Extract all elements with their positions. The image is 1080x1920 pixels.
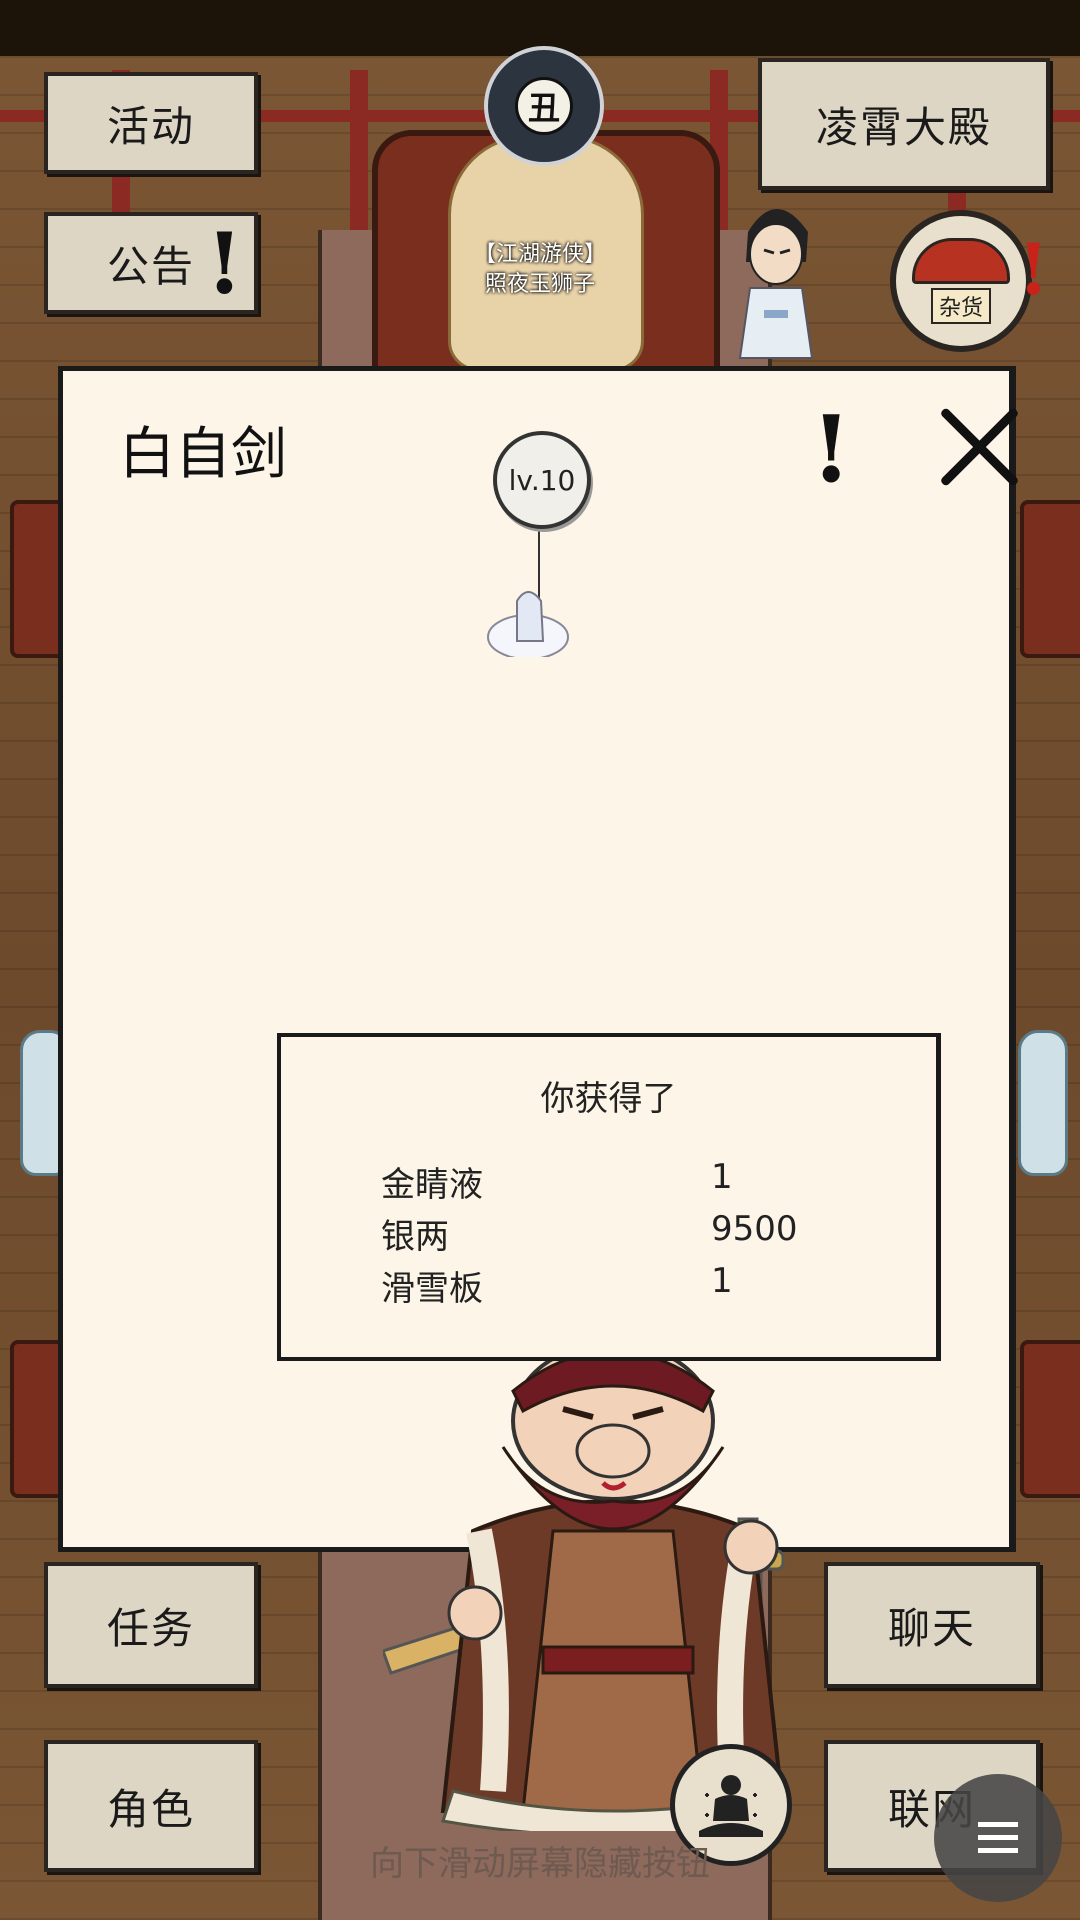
side-chair (1020, 500, 1080, 658)
boss-character-portrait (383, 1351, 786, 1831)
npc-title: 【江湖游侠】 (473, 242, 606, 267)
reward-panel: 你获得了 金睛液 1 银两 9500 滑雪板 1 (277, 1033, 941, 1361)
reward-row: 银两 9500 (381, 1209, 841, 1261)
task-label: 任务 (106, 1603, 195, 1653)
meditation-icon (699, 1775, 763, 1837)
reward-item-qty: 9500 (711, 1209, 798, 1249)
npc-name: 照夜玉狮子 (484, 272, 595, 297)
close-icon[interactable] (931, 399, 1027, 495)
shop-label: 杂货 (930, 288, 991, 324)
reward-item-qty: 1 (711, 1157, 733, 1197)
npc-name-tag[interactable]: 【江湖游侠】 照夜玉狮子 (440, 240, 640, 300)
role-label: 角色 (106, 1784, 195, 1834)
activity-button[interactable]: 活动 (44, 72, 258, 174)
pillar (350, 70, 368, 230)
reward-item-name: 滑雪板 (381, 1269, 483, 1309)
shop-button[interactable]: 杂货 (890, 210, 1032, 352)
activity-label: 活动 (106, 101, 195, 151)
location-label: 凌霄大殿 (815, 102, 992, 152)
info-alert-icon[interactable]: ! (811, 395, 851, 503)
floating-menu-button[interactable] (934, 1774, 1062, 1902)
level-badge: lv.10 (493, 431, 591, 529)
dialog-title: 白自剑 (119, 422, 287, 487)
side-chair (1020, 1340, 1080, 1498)
time-of-day-icon[interactable]: 丑 (484, 46, 604, 166)
shop-alert-icon: ! (1018, 228, 1049, 311)
notice-alert-icon: ! (206, 214, 243, 313)
chat-button[interactable]: 聊天 (824, 1562, 1040, 1688)
time-glyph: 丑 (515, 77, 573, 135)
reward-row: 金睛液 1 (381, 1157, 841, 1209)
reward-list: 金睛液 1 银两 9500 滑雪板 1 (381, 1157, 841, 1313)
pet-sprite (487, 591, 569, 657)
shop-roof-icon (912, 238, 1010, 284)
reward-item-name: 金睛液 (381, 1165, 483, 1205)
notice-label: 公告 (106, 241, 195, 291)
hide-buttons-hint: 向下滑动屏幕隐藏按钮 (370, 1844, 710, 1884)
npc-swordsman[interactable] (728, 192, 824, 362)
hamburger-icon (978, 1822, 1018, 1853)
location-button[interactable]: 凌霄大殿 (758, 58, 1050, 190)
character-dialog: 白自剑 lv.10 ! 你获得了 金睛液 1 银两 9500 滑雪板 1 (58, 366, 1016, 1831)
reward-row: 滑雪板 1 (381, 1261, 841, 1313)
task-button[interactable]: 任务 (44, 1562, 258, 1688)
reward-heading: 你获得了 (540, 1079, 677, 1119)
vase (1018, 1030, 1068, 1176)
reward-item-name: 银两 (381, 1217, 449, 1257)
chat-label: 聊天 (887, 1603, 976, 1653)
reward-item-qty: 1 (711, 1261, 733, 1301)
